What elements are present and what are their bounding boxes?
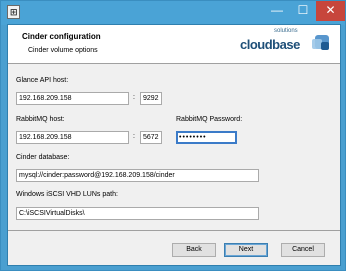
glance-host-label: Glance API host: <box>16 77 69 84</box>
cloudbase-logo: solutions cloudbase <box>240 28 336 62</box>
rabbitmq-host-input[interactable]: 192.168.209.158 <box>16 131 129 144</box>
glance-port-separator: : <box>133 94 135 101</box>
page-subtitle: Cinder volume options <box>28 47 98 54</box>
installer-window: ⊞ — ☐ ✕ Cinder configuration Cinder volu… <box>0 0 346 271</box>
rabbitmq-host-label: RabbitMQ host: <box>16 116 65 123</box>
title-bar[interactable]: ⊞ — ☐ ✕ <box>1 1 345 25</box>
cloudbase-cube-icon <box>312 35 329 50</box>
glance-port-input[interactable]: 9292 <box>140 92 162 105</box>
glance-host-input[interactable]: 192.168.209.158 <box>16 92 129 105</box>
dialog-client-area: Cinder configuration Cinder volume optio… <box>7 24 341 266</box>
minimize-button[interactable]: — <box>264 1 290 21</box>
iscsi-path-input[interactable]: C:\iSCSIVirtualDisks\ <box>16 207 259 220</box>
iscsi-path-label: Windows iSCSI VHD LUNs path: <box>16 191 118 198</box>
rabbitmq-password-input[interactable]: •••••••• <box>176 131 237 144</box>
rabbitmq-port-input[interactable]: 5672 <box>140 131 162 144</box>
page-title: Cinder configuration <box>22 32 101 41</box>
next-button[interactable]: Next <box>224 243 268 257</box>
cinder-database-label: Cinder database: <box>16 154 70 161</box>
rabbitmq-port-separator: : <box>133 133 135 140</box>
close-button[interactable]: ✕ <box>316 1 345 21</box>
cancel-button[interactable]: Cancel <box>281 243 325 257</box>
installer-app-icon: ⊞ <box>7 5 20 19</box>
back-button[interactable]: Back <box>172 243 216 257</box>
logo-tagline: solutions <box>274 28 298 34</box>
logo-wordmark: cloudbase <box>240 37 300 52</box>
maximize-button[interactable]: ☐ <box>290 1 316 21</box>
rabbitmq-password-label: RabbitMQ Password: <box>176 116 243 123</box>
cinder-database-input[interactable]: mysql://cinder:password@192.168.209.158/… <box>16 169 259 182</box>
header-banner: Cinder configuration Cinder volume optio… <box>8 25 340 64</box>
footer-divider <box>8 230 340 231</box>
